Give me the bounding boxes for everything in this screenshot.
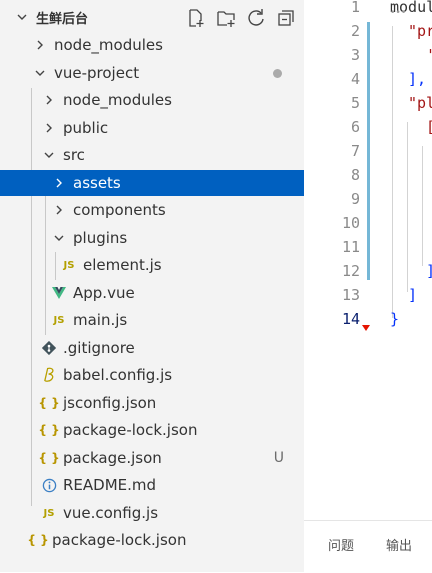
tree-item-readme[interactable]: README.md bbox=[0, 472, 304, 498]
tree-item-app-vue[interactable]: App.vue bbox=[0, 280, 304, 306]
indent-guide bbox=[422, 146, 423, 266]
chevron-down-icon bbox=[41, 147, 57, 163]
tree-item-components[interactable]: components bbox=[0, 197, 304, 223]
modified-dot bbox=[273, 68, 282, 78]
indent-guide bbox=[392, 26, 393, 318]
tree-item-label: package-lock.json bbox=[63, 421, 198, 439]
bottom-panel: 问题 输出 bbox=[304, 520, 432, 573]
chevron-right-icon bbox=[51, 175, 67, 191]
code-line-13: ] bbox=[408, 286, 418, 304]
tab-output[interactable]: 输出 bbox=[386, 535, 412, 554]
new-folder-icon[interactable] bbox=[216, 8, 236, 28]
line-number: 13 bbox=[341, 286, 360, 304]
tab-problems[interactable]: 问题 bbox=[328, 535, 354, 554]
tree-item-label: components bbox=[73, 201, 166, 219]
line-number-current: 14 bbox=[341, 310, 360, 328]
tree-item-gitignore[interactable]: .gitignore bbox=[0, 335, 304, 361]
tree-item-vue-config[interactable]: JS vue.config.js bbox=[0, 500, 304, 526]
tree-item-package-json[interactable]: { } package.json U bbox=[0, 445, 304, 471]
tree-item-label: jsconfig.json bbox=[63, 394, 157, 412]
code-line-2: "pr bbox=[408, 22, 432, 40]
tree-item-babel-config[interactable]: babel.config.js bbox=[0, 362, 304, 388]
babel-icon bbox=[40, 367, 58, 383]
tree-item-label: README.md bbox=[63, 476, 157, 494]
line-number: 4 bbox=[350, 70, 360, 88]
new-file-icon[interactable] bbox=[186, 8, 206, 28]
tree-item-assets[interactable]: assets bbox=[0, 170, 304, 196]
git-status-badge: U bbox=[273, 450, 284, 466]
tree-item-element-js[interactable]: JS element.js bbox=[0, 252, 304, 278]
tree-item-label: assets bbox=[73, 174, 121, 192]
code-editor[interactable]: 1 2 3 4 5 6 7 8 9 10 11 12 13 14 modul •… bbox=[304, 0, 432, 520]
tree-item-vue-project[interactable]: vue-project bbox=[0, 60, 304, 86]
code-line-3: ' bbox=[426, 46, 432, 64]
tree-item-label: vue-project bbox=[54, 64, 140, 82]
line-number: 9 bbox=[350, 190, 360, 208]
refresh-icon[interactable] bbox=[246, 8, 266, 28]
tree-item-label: babel.config.js bbox=[63, 366, 173, 384]
tree-item-label: src bbox=[63, 146, 85, 164]
chevron-right-icon bbox=[41, 120, 57, 136]
tree-item-label: public bbox=[63, 119, 109, 137]
line-number: 3 bbox=[350, 46, 360, 64]
tree-item-package-lock[interactable]: { } package-lock.json bbox=[0, 417, 304, 443]
chevron-right-icon bbox=[51, 202, 67, 218]
json-file-icon: { } bbox=[38, 423, 60, 437]
tree-item-label: element.js bbox=[83, 256, 162, 274]
tree-item-label: main.js bbox=[73, 311, 128, 329]
tree-item-public[interactable]: public bbox=[0, 115, 304, 141]
code-line-6: [ bbox=[426, 118, 432, 136]
json-file-icon: { } bbox=[27, 533, 49, 547]
javascript-file-icon: JS bbox=[43, 507, 55, 519]
tree-item-label: node_modules bbox=[63, 91, 172, 109]
code-line-4: ], bbox=[408, 70, 427, 88]
code-line-5: "pl bbox=[408, 94, 432, 112]
chevron-down-icon bbox=[51, 230, 67, 246]
tree-item-src[interactable]: src bbox=[0, 142, 304, 168]
tree-item-label: .gitignore bbox=[63, 339, 135, 357]
git-icon bbox=[40, 340, 58, 356]
chevron-right-icon bbox=[32, 37, 48, 53]
json-file-icon: { } bbox=[38, 451, 60, 465]
info-icon bbox=[40, 477, 58, 493]
line-number: 11 bbox=[341, 238, 360, 256]
line-number: 12 bbox=[341, 262, 360, 280]
line-number: 1 bbox=[350, 0, 360, 16]
workspace-title: 生鲜后台 bbox=[36, 11, 89, 27]
code-line-12: ] bbox=[426, 262, 432, 280]
tree-item-package-lock-root[interactable]: { } package-lock.json bbox=[0, 527, 304, 553]
vue-file-icon bbox=[50, 285, 68, 301]
tree-item-node-modules-inner[interactable]: node_modules bbox=[0, 87, 304, 113]
chevron-down-icon[interactable] bbox=[14, 9, 30, 25]
line-number: 10 bbox=[341, 214, 360, 232]
change-gutter-bar bbox=[367, 22, 370, 280]
json-file-icon: { } bbox=[38, 396, 60, 410]
tree-item-label: package-lock.json bbox=[52, 531, 187, 549]
tree-item-node-modules[interactable]: node_modules bbox=[0, 32, 304, 58]
tree-item-label: node_modules bbox=[54, 36, 163, 54]
chevron-right-icon bbox=[41, 92, 57, 108]
code-line-14: } bbox=[390, 310, 400, 328]
indent-guide bbox=[407, 122, 408, 292]
tree-item-label: vue.config.js bbox=[63, 504, 159, 522]
line-number: 2 bbox=[350, 22, 360, 40]
fold-ellipsis[interactable]: ••• bbox=[390, 8, 406, 18]
tree-item-main-js[interactable]: JS main.js bbox=[0, 307, 304, 333]
line-number: 8 bbox=[350, 166, 360, 184]
tree-item-label: App.vue bbox=[73, 284, 135, 302]
javascript-file-icon: JS bbox=[53, 314, 65, 326]
collapse-all-icon[interactable] bbox=[276, 8, 296, 28]
line-number: 7 bbox=[350, 142, 360, 160]
tree-item-plugins[interactable]: plugins bbox=[0, 225, 304, 251]
chevron-down-icon bbox=[32, 65, 48, 81]
line-number: 6 bbox=[350, 118, 360, 136]
line-number: 5 bbox=[350, 94, 360, 112]
explorer-sidebar: 生鲜后台 node_modules vue-project node_modul… bbox=[0, 0, 304, 572]
javascript-file-icon: JS bbox=[63, 259, 75, 271]
error-marker-icon bbox=[362, 325, 370, 331]
tree-item-label: package.json bbox=[63, 449, 162, 467]
tree-item-label: plugins bbox=[73, 229, 128, 247]
tree-item-jsconfig[interactable]: { } jsconfig.json bbox=[0, 390, 304, 416]
